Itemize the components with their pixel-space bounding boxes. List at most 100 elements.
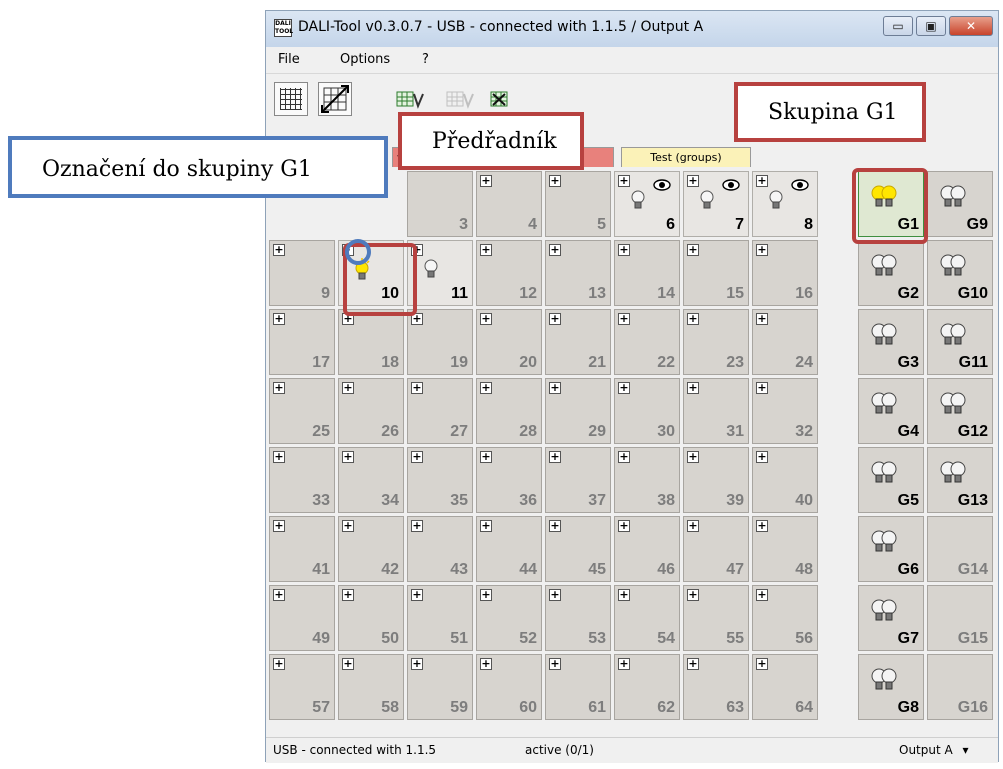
device-cell-6[interactable]: +6: [614, 171, 680, 237]
device-cell-63[interactable]: +63: [683, 654, 749, 720]
device-cell-36[interactable]: +36: [476, 447, 542, 513]
add-to-group-toggle[interactable]: +: [618, 520, 630, 532]
device-cell-13[interactable]: +13: [545, 240, 611, 306]
group-cell-g13[interactable]: G13: [927, 447, 993, 513]
device-cell-43[interactable]: +43: [407, 516, 473, 582]
add-to-group-toggle[interactable]: +: [687, 451, 699, 463]
group-cell-g4[interactable]: G4: [858, 378, 924, 444]
add-to-group-toggle[interactable]: +: [756, 520, 768, 532]
add-to-group-toggle[interactable]: +: [618, 175, 630, 187]
device-cell-12[interactable]: +12: [476, 240, 542, 306]
device-cell-47[interactable]: +47: [683, 516, 749, 582]
menu-help[interactable]: ?: [422, 52, 429, 67]
device-cell-9[interactable]: +9: [269, 240, 335, 306]
device-cell-45[interactable]: +45: [545, 516, 611, 582]
add-to-group-toggle[interactable]: +: [411, 589, 423, 601]
device-cell-24[interactable]: +24: [752, 309, 818, 375]
device-cell-33[interactable]: +33: [269, 447, 335, 513]
add-to-group-toggle[interactable]: +: [687, 313, 699, 325]
add-to-group-toggle[interactable]: +: [273, 589, 285, 601]
device-cell-50[interactable]: +50: [338, 585, 404, 651]
device-cell-3[interactable]: +3: [407, 171, 473, 237]
group-cell-g11[interactable]: G11: [927, 309, 993, 375]
device-cell-19[interactable]: +19: [407, 309, 473, 375]
device-cell-22[interactable]: +22: [614, 309, 680, 375]
device-cell-28[interactable]: +28: [476, 378, 542, 444]
menu-options[interactable]: Options: [340, 52, 390, 67]
device-cell-4[interactable]: +4: [476, 171, 542, 237]
device-cell-27[interactable]: +27: [407, 378, 473, 444]
add-to-group-toggle[interactable]: +: [687, 175, 699, 187]
device-cell-39[interactable]: +39: [683, 447, 749, 513]
device-cell-21[interactable]: +21: [545, 309, 611, 375]
add-to-group-toggle[interactable]: +: [273, 520, 285, 532]
device-cell-52[interactable]: +52: [476, 585, 542, 651]
device-cell-20[interactable]: +20: [476, 309, 542, 375]
add-to-group-toggle[interactable]: +: [549, 589, 561, 601]
add-to-group-toggle[interactable]: +: [687, 244, 699, 256]
add-to-group-toggle[interactable]: +: [756, 244, 768, 256]
device-cell-5[interactable]: +5: [545, 171, 611, 237]
device-cell-57[interactable]: +57: [269, 654, 335, 720]
device-cell-38[interactable]: +38: [614, 447, 680, 513]
device-cell-62[interactable]: +62: [614, 654, 680, 720]
add-to-group-toggle[interactable]: +: [480, 175, 492, 187]
device-cell-16[interactable]: +16: [752, 240, 818, 306]
add-to-group-toggle[interactable]: +: [756, 175, 768, 187]
add-to-group-toggle[interactable]: +: [411, 382, 423, 394]
add-to-group-toggle[interactable]: +: [618, 313, 630, 325]
assign-disabled-button[interactable]: [446, 88, 474, 112]
device-cell-15[interactable]: +15: [683, 240, 749, 306]
group-cell-g14[interactable]: G14: [927, 516, 993, 582]
device-cell-41[interactable]: +41: [269, 516, 335, 582]
device-cell-23[interactable]: +23: [683, 309, 749, 375]
add-to-group-toggle[interactable]: +: [342, 451, 354, 463]
add-to-group-toggle[interactable]: +: [273, 244, 285, 256]
add-to-group-toggle[interactable]: +: [273, 382, 285, 394]
device-cell-35[interactable]: +35: [407, 447, 473, 513]
device-cell-40[interactable]: +40: [752, 447, 818, 513]
add-to-group-toggle[interactable]: +: [549, 244, 561, 256]
add-to-group-toggle[interactable]: +: [549, 175, 561, 187]
device-cell-53[interactable]: +53: [545, 585, 611, 651]
group-cell-g8[interactable]: G8: [858, 654, 924, 720]
add-to-group-toggle[interactable]: +: [480, 313, 492, 325]
group-cell-g7[interactable]: G7: [858, 585, 924, 651]
device-cell-8[interactable]: +8: [752, 171, 818, 237]
add-to-group-toggle[interactable]: +: [618, 451, 630, 463]
add-to-group-toggle[interactable]: +: [687, 589, 699, 601]
device-cell-51[interactable]: +51: [407, 585, 473, 651]
device-cell-54[interactable]: +54: [614, 585, 680, 651]
device-cell-56[interactable]: +56: [752, 585, 818, 651]
add-to-group-toggle[interactable]: +: [273, 313, 285, 325]
group-cell-g12[interactable]: G12: [927, 378, 993, 444]
grid-view-button[interactable]: [274, 82, 308, 116]
group-cell-g16[interactable]: G16: [927, 654, 993, 720]
close-button[interactable]: ✕: [949, 16, 993, 36]
add-to-group-toggle[interactable]: +: [756, 382, 768, 394]
add-to-group-toggle[interactable]: +: [411, 658, 423, 670]
add-to-group-toggle[interactable]: +: [342, 520, 354, 532]
device-cell-32[interactable]: +32: [752, 378, 818, 444]
add-to-group-toggle[interactable]: +: [480, 451, 492, 463]
add-to-group-toggle[interactable]: +: [411, 520, 423, 532]
add-to-group-toggle[interactable]: +: [618, 589, 630, 601]
device-cell-30[interactable]: +30: [614, 378, 680, 444]
add-to-group-toggle[interactable]: +: [756, 451, 768, 463]
add-to-group-toggle[interactable]: +: [687, 658, 699, 670]
device-cell-25[interactable]: +25: [269, 378, 335, 444]
device-cell-49[interactable]: +49: [269, 585, 335, 651]
add-to-group-toggle[interactable]: +: [480, 382, 492, 394]
add-to-group-toggle[interactable]: +: [480, 589, 492, 601]
device-cell-59[interactable]: +59: [407, 654, 473, 720]
add-to-group-toggle[interactable]: +: [756, 658, 768, 670]
device-cell-31[interactable]: +31: [683, 378, 749, 444]
add-to-group-toggle[interactable]: +: [273, 451, 285, 463]
assign-group-button[interactable]: [396, 88, 424, 112]
add-to-group-toggle[interactable]: +: [549, 451, 561, 463]
add-to-group-toggle[interactable]: +: [411, 451, 423, 463]
add-to-group-toggle[interactable]: +: [342, 382, 354, 394]
device-cell-46[interactable]: +46: [614, 516, 680, 582]
device-cell-61[interactable]: +61: [545, 654, 611, 720]
group-cell-g15[interactable]: G15: [927, 585, 993, 651]
